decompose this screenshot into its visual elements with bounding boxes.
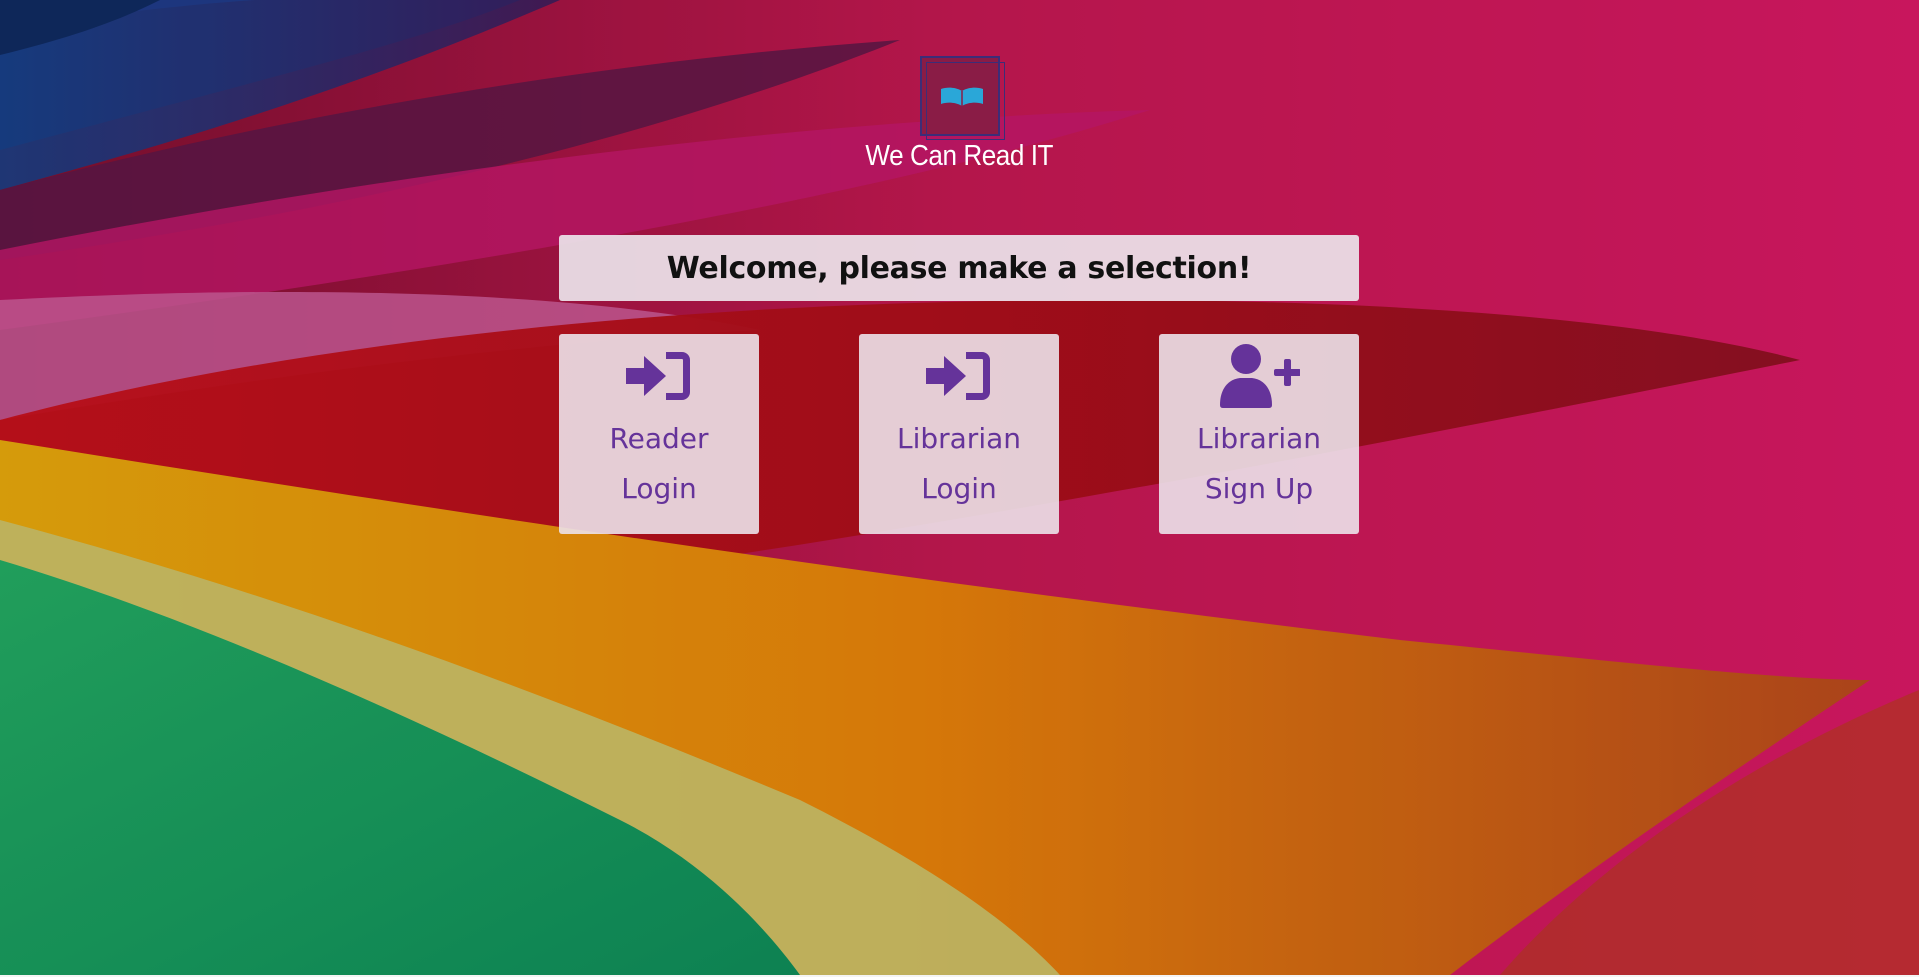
brand-header: We Can Read IT (0, 56, 1919, 173)
librarian-login-button[interactable]: Librarian Login (859, 334, 1059, 534)
brand-name: We Can Read IT (865, 140, 1054, 172)
welcome-message: Welcome, please make a selection! (666, 250, 1252, 286)
open-book-icon (940, 87, 983, 106)
librarian-signup-line1: Librarian (1196, 422, 1322, 455)
site-logo (919, 56, 1005, 140)
librarian-signup-line2: Sign Up (1204, 472, 1314, 505)
reader-login-button[interactable]: Reader Login (559, 334, 759, 534)
librarian-signup-button[interactable]: Librarian Sign Up (1159, 334, 1359, 534)
reader-login-line2: Login (621, 472, 697, 505)
reader-login-line1: Reader (609, 422, 709, 455)
sign-in-icon (926, 344, 992, 408)
librarian-login-line1: Librarian (896, 422, 1022, 455)
librarian-login-line2: Login (921, 472, 997, 505)
background-photo: We Can Read IT Welcome, please make a se… (0, 0, 1919, 975)
welcome-banner: Welcome, please make a selection! (559, 235, 1359, 301)
sign-in-icon (626, 344, 692, 408)
user-plus-icon (1218, 344, 1300, 408)
